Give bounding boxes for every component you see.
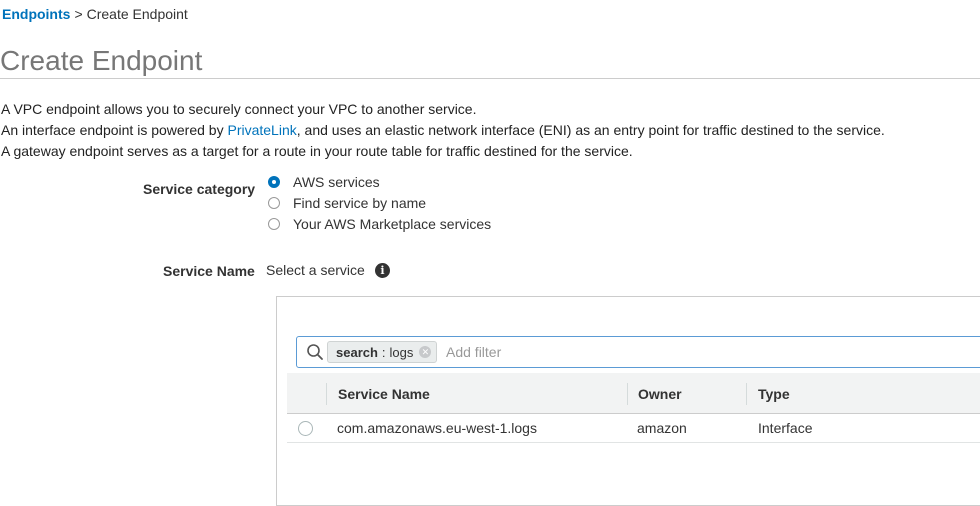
column-header-service-name[interactable]: Service Name xyxy=(338,386,430,402)
filter-token-key: search xyxy=(336,344,378,360)
column-header-type[interactable]: Type xyxy=(758,386,790,402)
column-divider[interactable] xyxy=(627,383,628,405)
description-line-2: An interface endpoint is powered by Priv… xyxy=(1,122,885,139)
privatelink-link[interactable]: PrivateLink xyxy=(227,122,296,138)
description-line-2-suffix: , and uses an elastic network interface … xyxy=(296,122,885,138)
column-divider xyxy=(326,383,327,405)
breadcrumb-current: Create Endpoint xyxy=(86,6,188,22)
cell-owner: amazon xyxy=(637,420,687,436)
page-title: Create Endpoint xyxy=(0,45,203,76)
service-category-label: Service category xyxy=(143,181,256,197)
breadcrumb-separator: > xyxy=(74,6,83,22)
filter-token-separator: : xyxy=(381,344,386,360)
search-icon xyxy=(307,344,323,360)
row-select-radio[interactable] xyxy=(298,421,313,436)
description-line-3: A gateway endpoint serves as a target fo… xyxy=(1,143,633,159)
radio-option-marketplace-services[interactable]: Your AWS Marketplace services xyxy=(268,215,491,233)
radio-find-service-by-name[interactable] xyxy=(268,197,280,209)
radio-marketplace-services[interactable] xyxy=(268,218,280,230)
breadcrumb-endpoints-link[interactable]: Endpoints xyxy=(2,6,70,22)
column-header-owner[interactable]: Owner xyxy=(638,386,682,402)
description-line-2-prefix: An interface endpoint is powered by xyxy=(1,122,224,138)
radio-option-find-service-by-name[interactable]: Find service by name xyxy=(268,194,426,212)
radio-label-marketplace-services: Your AWS Marketplace services xyxy=(293,216,492,232)
radio-label-aws-services: AWS services xyxy=(293,174,380,190)
column-divider[interactable] xyxy=(746,383,747,405)
cell-service-name: com.amazonaws.eu-west-1.logs xyxy=(337,420,537,436)
radio-option-aws-services[interactable]: AWS services xyxy=(268,173,380,191)
info-icon[interactable]: i xyxy=(375,263,390,278)
add-filter-input[interactable] xyxy=(446,342,966,362)
description-line-1: A VPC endpoint allows you to securely co… xyxy=(1,101,477,117)
service-name-label: Service Name xyxy=(163,263,255,279)
remove-token-icon[interactable]: ✕ xyxy=(419,346,432,358)
filter-token-value: logs xyxy=(389,344,414,360)
radio-label-find-service-by-name: Find service by name xyxy=(293,195,427,211)
filter-token[interactable]: search : logs ✕ xyxy=(327,341,438,363)
breadcrumb: Endpoints > Create Endpoint xyxy=(2,6,188,23)
title-divider xyxy=(0,78,980,79)
select-service-text: Select a service xyxy=(266,262,365,278)
cell-type: Interface xyxy=(758,420,813,436)
radio-aws-services[interactable] xyxy=(268,176,280,188)
